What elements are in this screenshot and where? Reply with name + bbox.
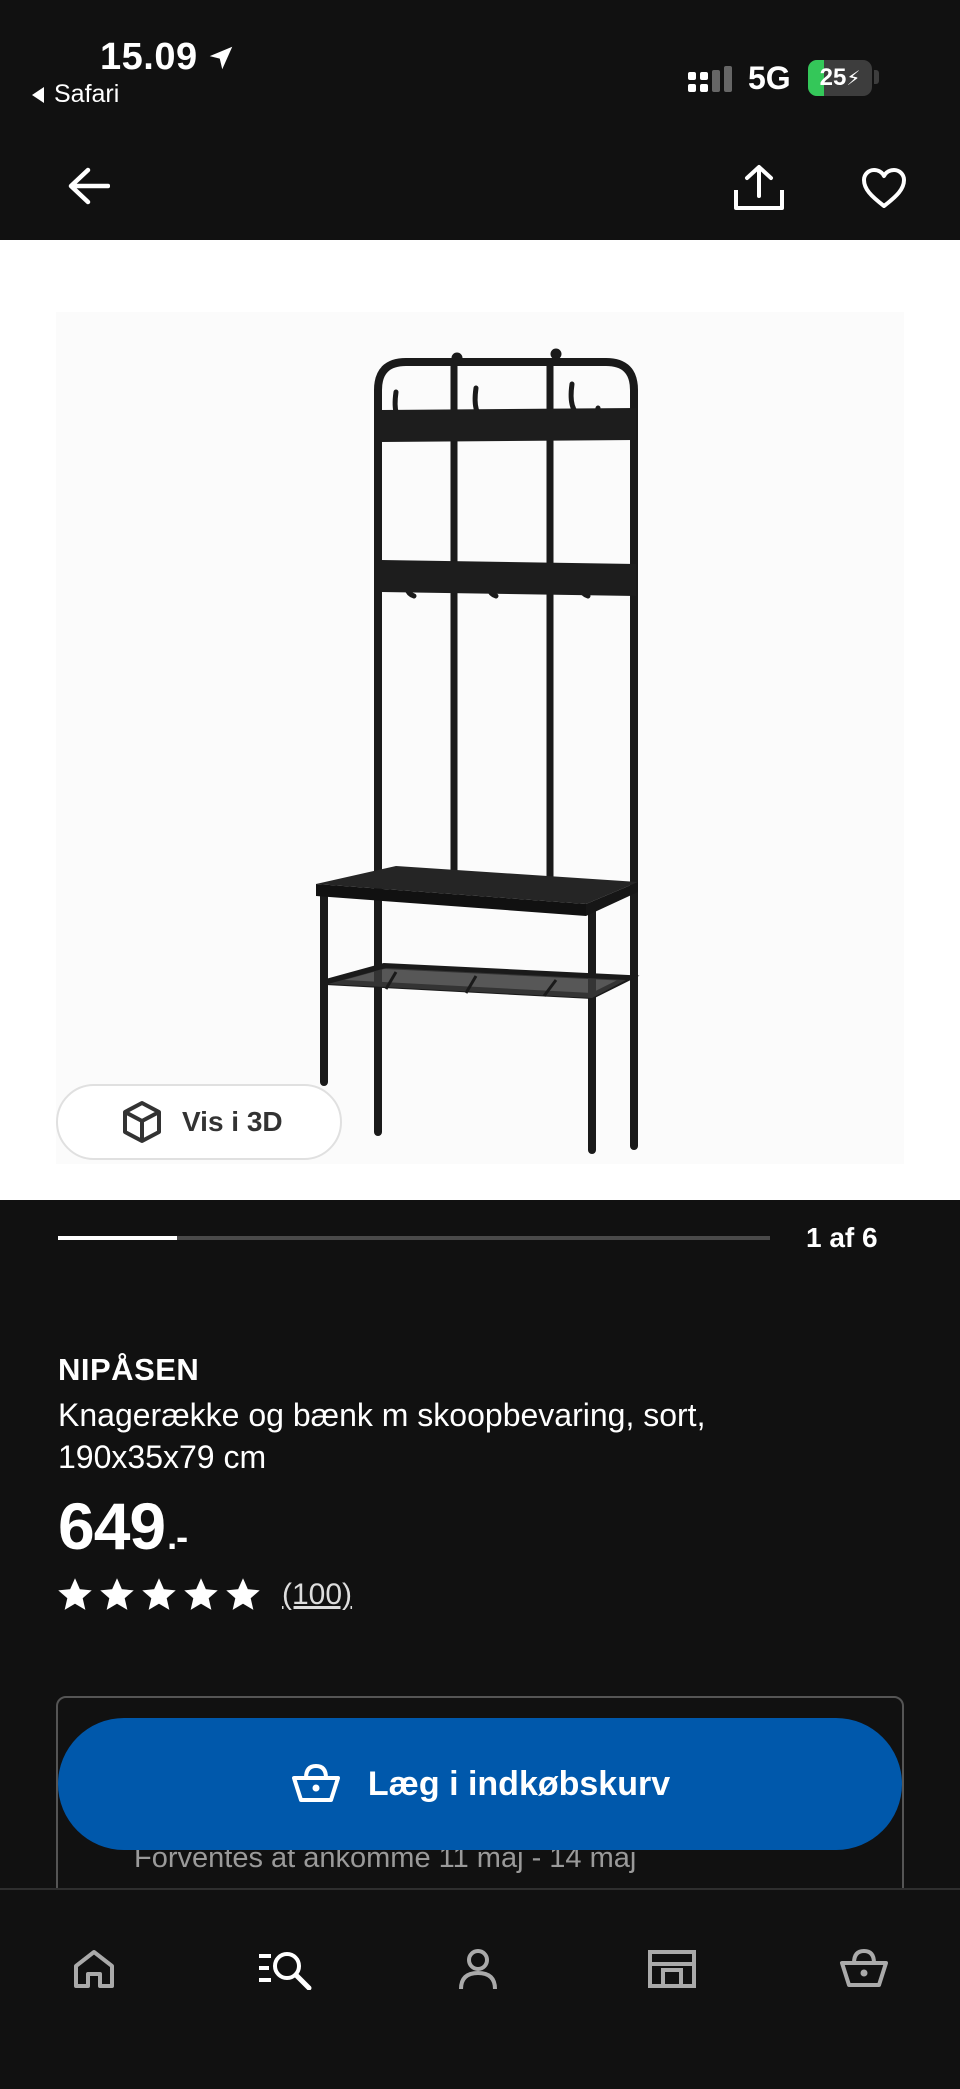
- bottom-tab-bar: [0, 1888, 960, 2089]
- tab-profile[interactable]: [438, 1934, 518, 2004]
- add-to-cart-label: Læg i indkøbskurv: [367, 1764, 671, 1803]
- product-image: [56, 312, 904, 1164]
- location-arrow-icon: [209, 46, 232, 69]
- back-app-label: Safari: [54, 80, 120, 108]
- favorite-button[interactable]: [854, 160, 914, 216]
- coat-rack-bench-image: [316, 348, 640, 1154]
- product-description: Knagerække og bænk m skoopbevaring, sort…: [58, 1397, 706, 1475]
- gallery-counter: 1 af 6: [806, 1222, 878, 1253]
- basket-tab-icon: [840, 1948, 888, 1987]
- product-price: 649 .-: [58, 1488, 188, 1564]
- gallery-progress-fill: [58, 1236, 177, 1240]
- product-name: NIPÅSEN: [58, 1352, 200, 1387]
- back-button[interactable]: [60, 160, 116, 212]
- tab-search[interactable]: [246, 1934, 326, 2004]
- basket-icon: [291, 1763, 340, 1802]
- back-to-app[interactable]: Safari: [30, 80, 119, 109]
- tab-basket[interactable]: [824, 1934, 904, 2004]
- triangle-left-icon: [32, 86, 44, 103]
- tab-store[interactable]: [632, 1934, 712, 2004]
- home-icon: [74, 1950, 114, 1988]
- add-to-cart-button[interactable]: Læg i indkøbskurv: [58, 1718, 902, 1850]
- network-type: 5G: [748, 60, 791, 96]
- product-gallery[interactable]: Vis i 3D: [0, 240, 960, 1200]
- rating-summary[interactable]: (100): [58, 1578, 352, 1612]
- star-icon: [142, 1578, 176, 1610]
- review-count-link[interactable]: (100): [282, 1578, 352, 1612]
- cellular-signal-icon: [688, 66, 732, 92]
- battery-cap: [874, 70, 879, 84]
- price-suffix: .-: [167, 1516, 188, 1557]
- gallery-progress: [58, 1236, 770, 1240]
- price-amount: 649: [58, 1489, 166, 1563]
- star-icon: [58, 1578, 92, 1610]
- share-icon: [734, 165, 784, 210]
- star-icon: [184, 1578, 218, 1610]
- star-icon: [100, 1578, 134, 1610]
- search-list-icon: [259, 1952, 312, 1990]
- share-button[interactable]: [728, 160, 790, 216]
- battery-indicator: 25 ⚡: [808, 60, 872, 96]
- rating-stars: [58, 1578, 260, 1612]
- battery-level-text: 25 ⚡: [808, 60, 872, 96]
- store-icon: [648, 1950, 696, 1988]
- arrow-left-icon: [68, 167, 110, 205]
- view-in-3d-label: Vis i 3D: [182, 1106, 283, 1137]
- heart-icon: [862, 168, 906, 208]
- profile-icon: [459, 1949, 497, 1990]
- star-icon: [226, 1578, 260, 1610]
- cube-3d-icon: [123, 1101, 161, 1143]
- view-in-3d-button[interactable]: Vis i 3D: [56, 1084, 342, 1160]
- status-time: 15.09: [100, 36, 236, 79]
- charging-icon: ⚡: [846, 67, 861, 90]
- battery-level: 25: [819, 64, 847, 91]
- status-time-text: 15.09: [100, 36, 198, 78]
- tab-home[interactable]: [54, 1934, 134, 2004]
